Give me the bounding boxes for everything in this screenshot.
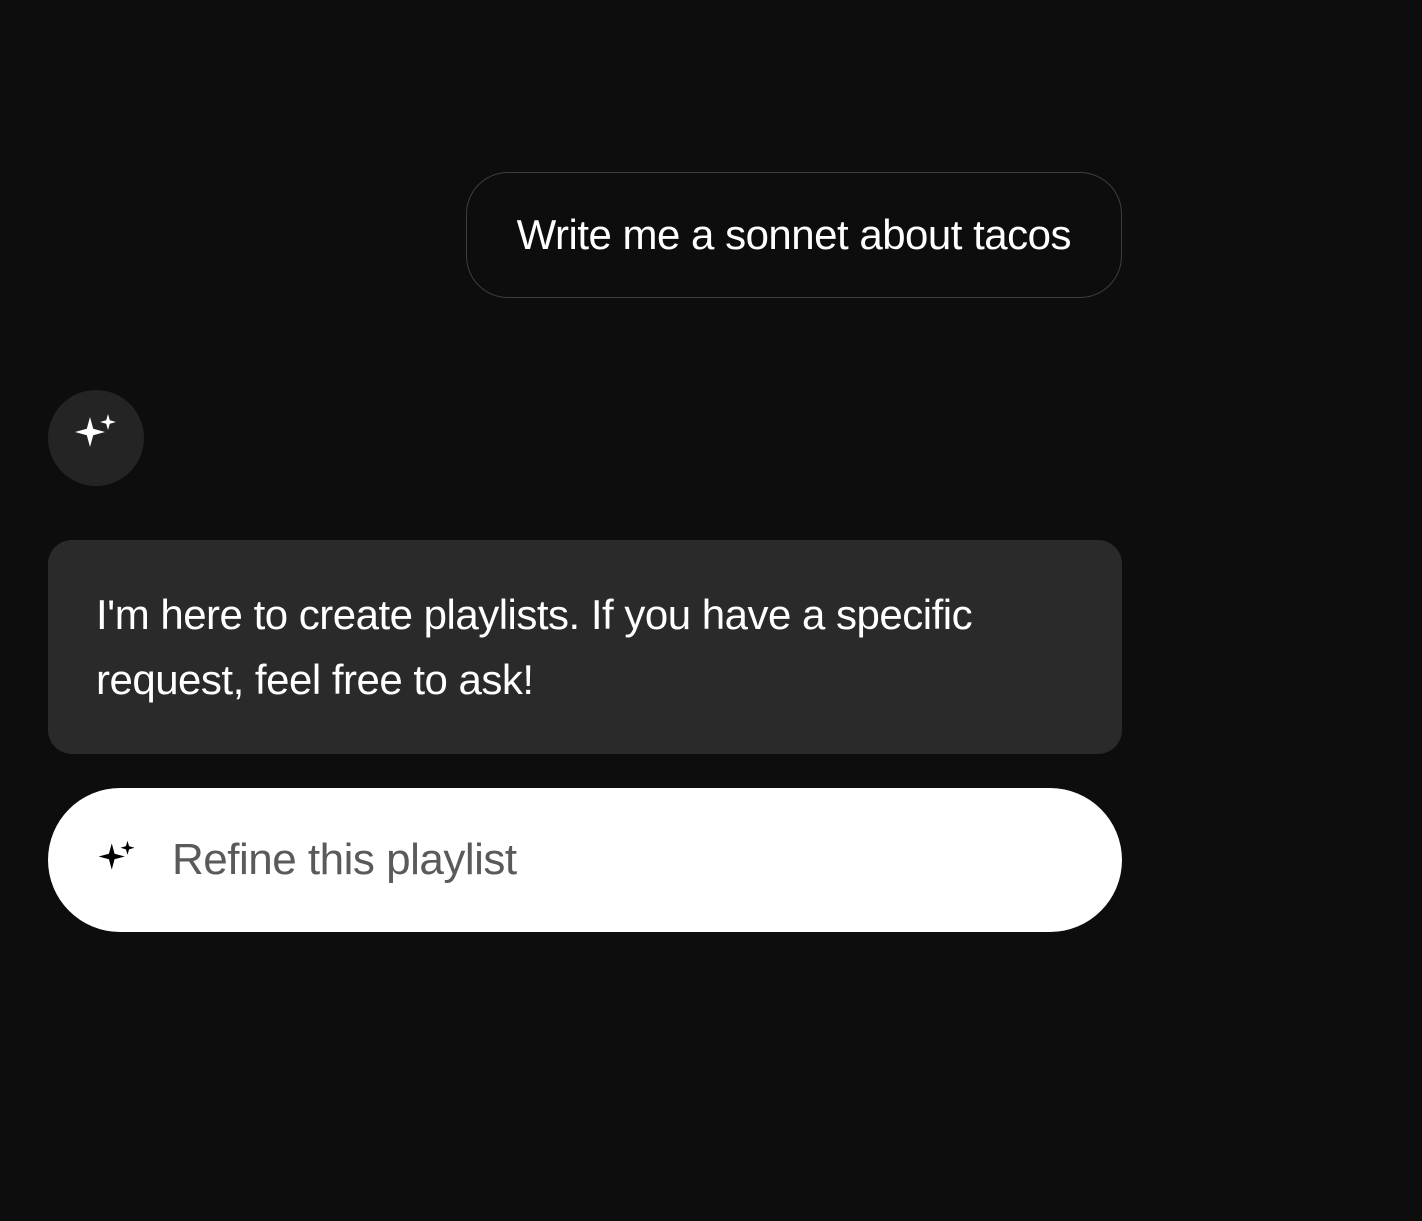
refine-playlist-input[interactable] (172, 835, 1074, 885)
sparkle-icon (96, 839, 138, 881)
sparkle-icon (72, 412, 120, 465)
assistant-avatar (48, 390, 144, 486)
user-message-bubble: Write me a sonnet about tacos (466, 172, 1122, 298)
assistant-message-text: I'm here to create playlists. If you hav… (96, 591, 972, 703)
assistant-message-bubble: I'm here to create playlists. If you hav… (48, 540, 1122, 754)
user-message-text: Write me a sonnet about tacos (517, 211, 1071, 258)
chat-container: Write me a sonnet about tacos I'm here t… (0, 0, 1422, 1221)
input-bar[interactable] (48, 788, 1122, 932)
